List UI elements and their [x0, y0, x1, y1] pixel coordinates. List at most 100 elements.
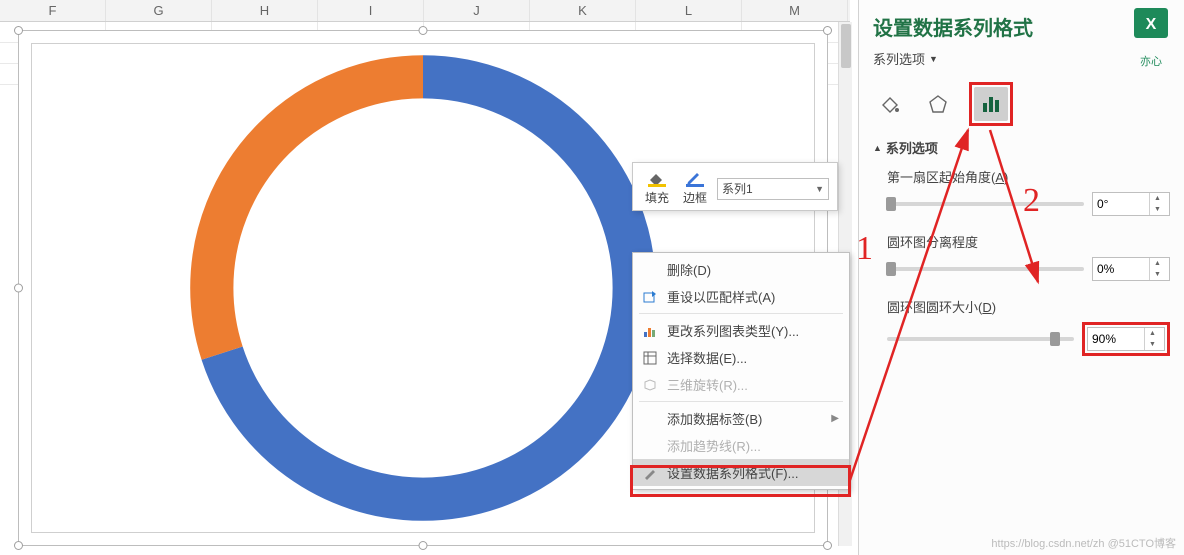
menu-select-data[interactable]: 选择数据(E)...	[633, 344, 849, 371]
context-menu: 删除(D) 重设以匹配样式(A) 更改系列图表类型(Y)... 选择数据(E).…	[632, 252, 850, 490]
section-label: 系列选项	[886, 138, 938, 157]
spin-up-icon[interactable]: ▲	[1150, 193, 1165, 204]
menu-change-chart-type[interactable]: 更改系列图表类型(Y)...	[633, 317, 849, 344]
pentagon-icon	[927, 93, 949, 115]
watermark: https://blog.csdn.net/zh @51CTO博客	[991, 535, 1176, 551]
bar-chart-icon	[980, 93, 1002, 115]
series-selector-value: 系列1	[722, 180, 753, 197]
first-slice-angle-slider[interactable]	[887, 202, 1084, 206]
series-options-dropdown[interactable]: 系列选项 ▼	[873, 49, 1170, 68]
format-icon	[641, 466, 659, 480]
menu-label: 选择数据(E)...	[667, 348, 747, 367]
slider-thumb[interactable]	[886, 262, 896, 276]
col-header[interactable]: I	[318, 0, 424, 21]
menu-label: 重设以匹配样式(A)	[667, 287, 775, 306]
first-slice-angle-input[interactable]: ▲▼	[1092, 192, 1170, 216]
series-selector[interactable]: 系列1 ▼	[717, 178, 829, 200]
explosion-input[interactable]: ▲▼	[1092, 257, 1170, 281]
col-header[interactable]: L	[636, 0, 742, 21]
fill-label: 填充	[645, 189, 669, 206]
spin-down-icon[interactable]: ▼	[1150, 269, 1165, 280]
explosion-field[interactable]	[1093, 262, 1149, 276]
reset-icon	[641, 290, 659, 304]
spin-up-icon[interactable]: ▲	[1145, 328, 1160, 339]
menu-separator	[639, 313, 843, 314]
menu-label: 添加数据标签(B)	[667, 409, 762, 428]
spinner[interactable]: ▲▼	[1149, 193, 1165, 215]
col-header[interactable]: M	[742, 0, 848, 21]
paint-bucket-icon	[647, 171, 667, 187]
annotation-box	[969, 82, 1013, 126]
section-series-options[interactable]: ▲ 系列选项	[873, 138, 1170, 157]
explosion-label: 圆环图分离程度	[887, 232, 1170, 251]
spin-up-icon[interactable]: ▲	[1150, 258, 1165, 269]
menu-delete[interactable]: 删除(D)	[633, 256, 849, 283]
slider-thumb[interactable]	[886, 197, 896, 211]
spin-down-icon[interactable]: ▼	[1145, 339, 1160, 350]
menu-reset-style[interactable]: 重设以匹配样式(A)	[633, 283, 849, 310]
effects-tab[interactable]	[921, 87, 955, 121]
resize-handle[interactable]	[823, 26, 832, 35]
col-header[interactable]: H	[212, 0, 318, 21]
fill-button[interactable]: 填充	[641, 169, 673, 208]
menu-label: 删除(D)	[667, 260, 711, 279]
column-headers: F G H I J K L M	[0, 0, 850, 22]
resize-handle[interactable]	[419, 26, 428, 35]
menu-separator	[639, 401, 843, 402]
fill-line-tab[interactable]	[873, 87, 907, 121]
resize-handle[interactable]	[14, 26, 23, 35]
format-category-tabs	[873, 82, 1170, 126]
mini-toolbar: 填充 边框 系列1 ▼	[632, 162, 838, 211]
chevron-down-icon: ▼	[815, 184, 824, 194]
annotation-number-2: 2	[1023, 182, 1040, 220]
first-slice-angle-field[interactable]	[1093, 197, 1149, 211]
slider-thumb[interactable]	[1050, 332, 1060, 346]
spinner[interactable]: ▲▼	[1144, 328, 1160, 350]
svg-text:X: X	[1146, 16, 1157, 33]
pen-icon	[685, 171, 705, 187]
collapse-triangle-icon: ▲	[873, 143, 882, 153]
resize-handle[interactable]	[14, 541, 23, 550]
series-options-tab[interactable]	[974, 87, 1008, 121]
menu-add-trendline: 添加趋势线(R)...	[633, 432, 849, 459]
explosion-slider[interactable]	[887, 267, 1084, 271]
spinner[interactable]: ▲▼	[1149, 258, 1165, 280]
col-header[interactable]: F	[0, 0, 106, 21]
spin-down-icon[interactable]: ▼	[1150, 204, 1165, 215]
outline-label: 边框	[683, 189, 707, 206]
annotation-box: ▲▼	[1082, 322, 1170, 356]
hole-size-label: 圆环图圆环大小(D)	[887, 297, 1170, 316]
menu-label: 更改系列图表类型(Y)...	[667, 321, 799, 340]
explosion-row: 圆环图分离程度 ▲▼	[887, 232, 1170, 281]
resize-handle[interactable]	[14, 284, 23, 293]
resize-handle[interactable]	[823, 541, 832, 550]
hole-size-field[interactable]	[1088, 332, 1144, 346]
menu-label: 添加趋势线(R)...	[667, 436, 761, 455]
scrollbar-thumb[interactable]	[841, 24, 851, 68]
hole-size-slider[interactable]	[887, 337, 1074, 341]
annotation-number-1: 1	[856, 230, 873, 268]
resize-handle[interactable]	[419, 541, 428, 550]
logo-caption: 亦心	[1128, 53, 1174, 69]
menu-add-data-labels[interactable]: 添加数据标签(B) ▶	[633, 405, 849, 432]
hole-size-input[interactable]: ▲▼	[1087, 327, 1165, 351]
dropdown-label: 系列选项	[873, 49, 925, 68]
col-header[interactable]: K	[530, 0, 636, 21]
excel-logo: X 亦心	[1128, 4, 1174, 50]
cube-icon	[641, 378, 659, 392]
table-icon	[641, 351, 659, 365]
chart-icon	[641, 324, 659, 338]
col-header[interactable]: J	[424, 0, 530, 21]
menu-label: 三维旋转(R)...	[667, 375, 748, 394]
menu-3d-rotate: 三维旋转(R)...	[633, 371, 849, 398]
doughnut-chart[interactable]	[183, 48, 663, 528]
paint-bucket-icon	[879, 93, 901, 115]
hole-size-row: 圆环图圆环大小(D) ▲▼	[887, 297, 1170, 356]
chevron-down-icon: ▼	[929, 54, 938, 64]
menu-format-data-series[interactable]: 设置数据系列格式(F)...	[633, 459, 849, 486]
menu-label: 设置数据系列格式(F)...	[667, 463, 798, 482]
format-data-series-pane: 设置数据系列格式 系列选项 ▼ ▲ 系列选项 第一扇区起始角度(A)	[858, 0, 1184, 555]
col-header[interactable]: G	[106, 0, 212, 21]
submenu-arrow-icon: ▶	[831, 413, 839, 424]
outline-button[interactable]: 边框	[679, 169, 711, 208]
